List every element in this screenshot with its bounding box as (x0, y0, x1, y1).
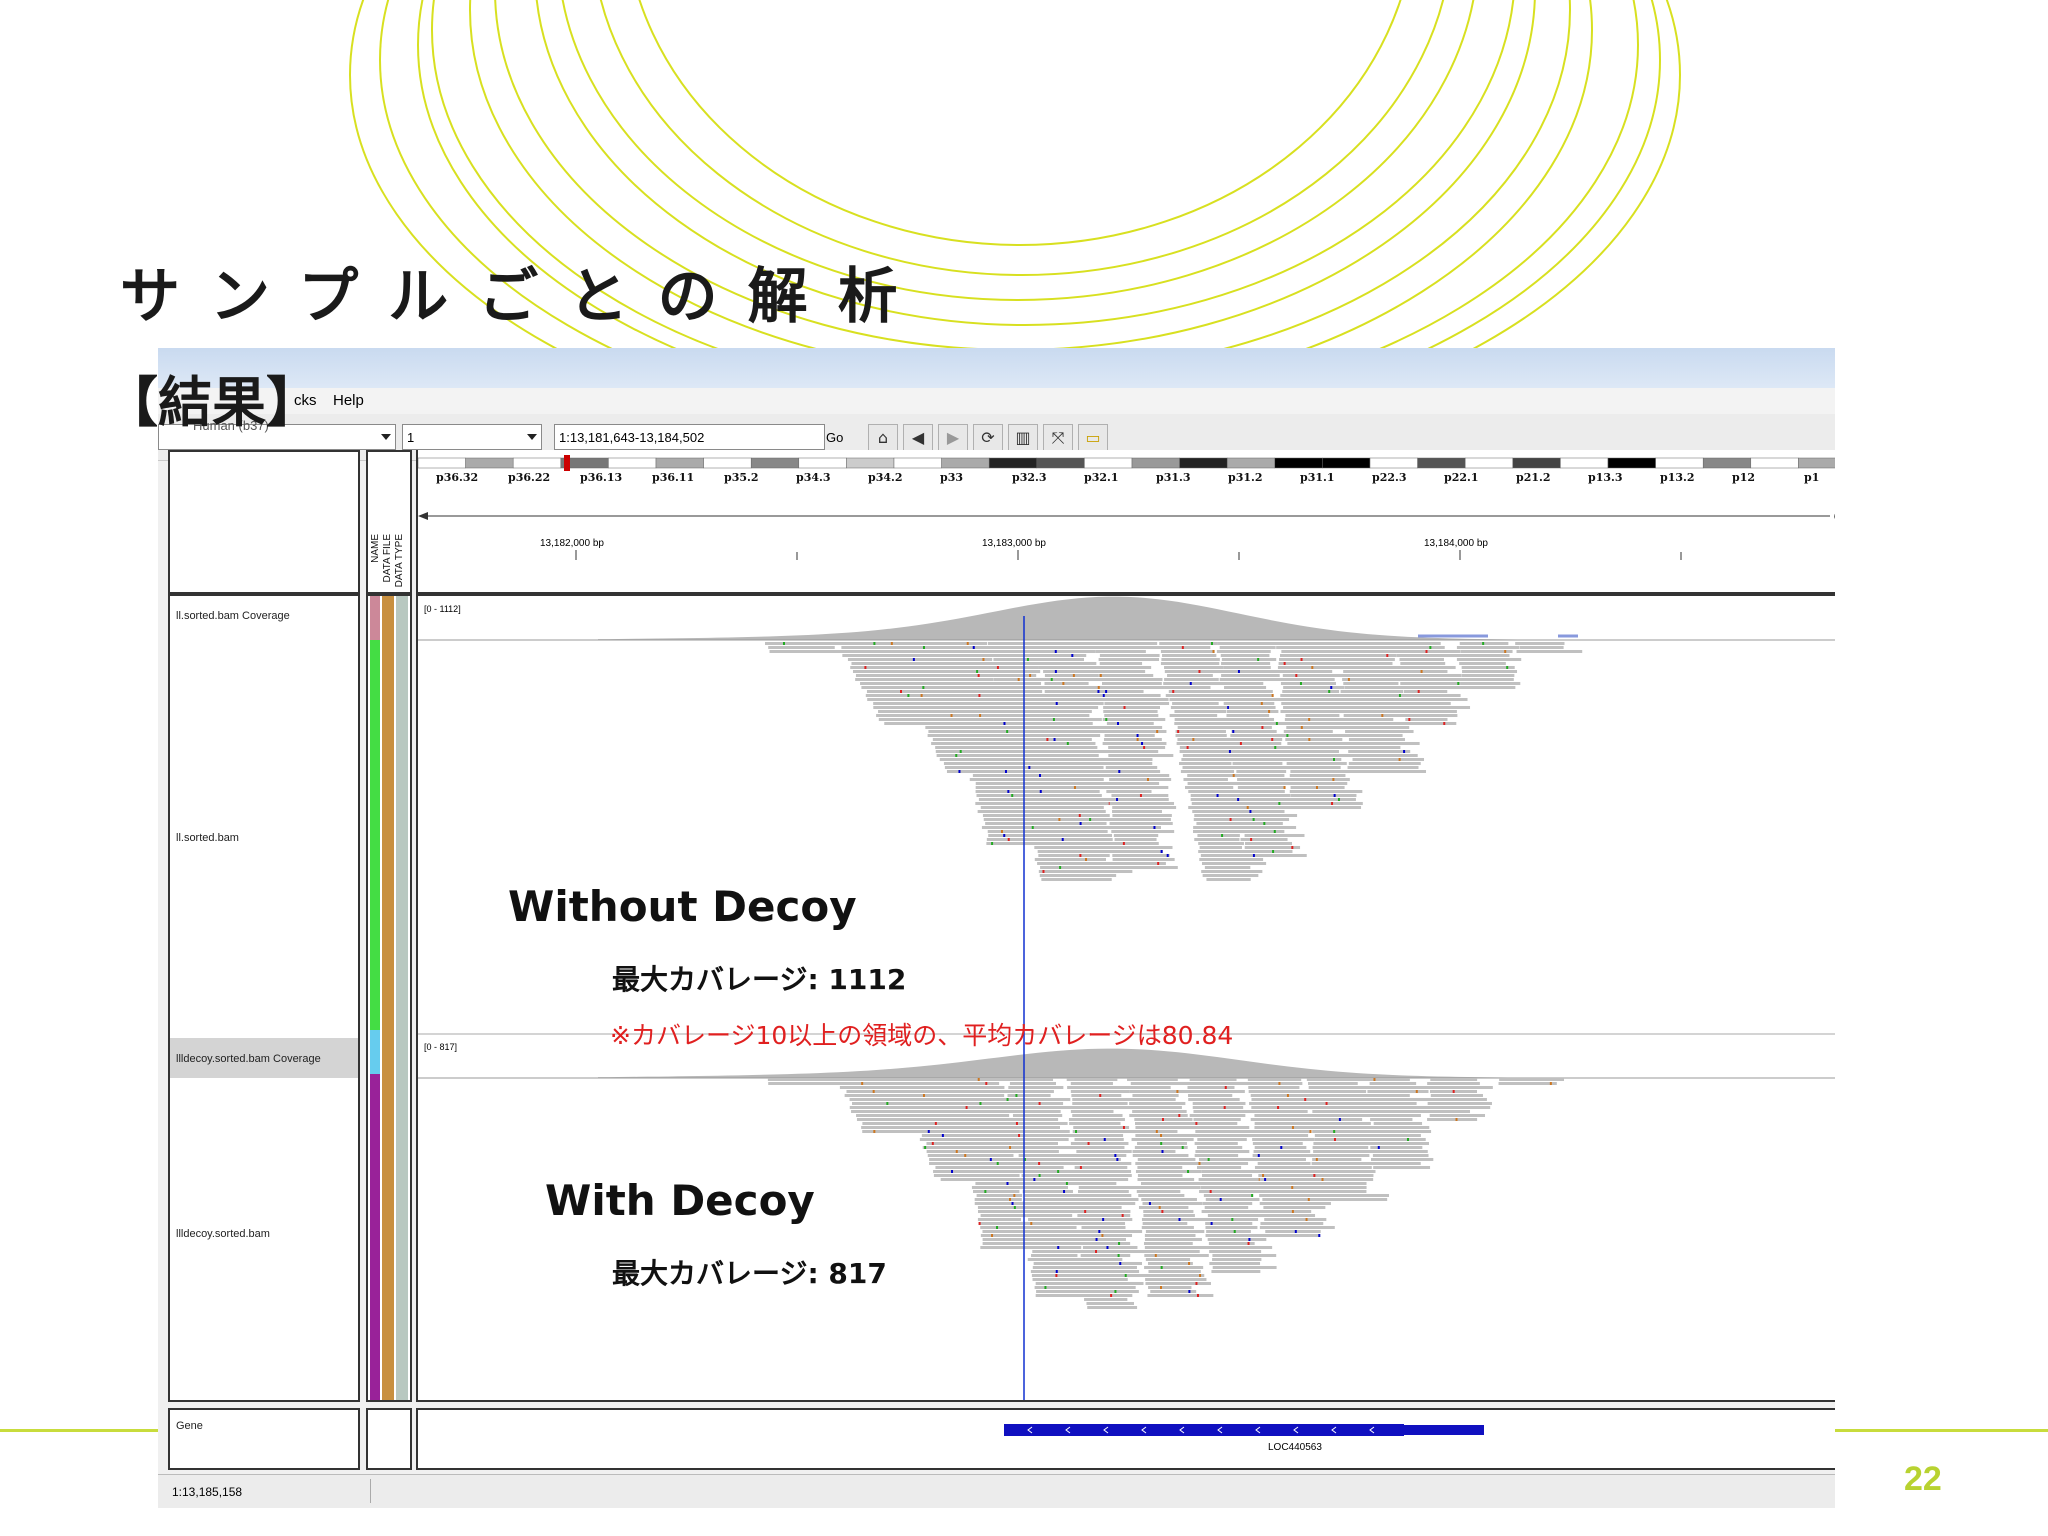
cytoband-label: p36.32 (436, 471, 478, 484)
footer-line-right (1835, 1429, 2048, 1432)
cytoband-label: p21.2 (1516, 471, 1550, 484)
ruler-tick-label: 13,184,000 bp (1424, 538, 1488, 549)
chromosome-ideogram: p36.32 p36.22 p36.13 p36.11 p35.2 p34.3 p34.2 p… (418, 455, 1835, 560)
chevron-down-icon (527, 434, 537, 440)
status-position: 1:13,185,158 (172, 1485, 243, 1499)
track-name-1[interactable]: ll.sorted.bam Coverage (176, 610, 290, 622)
cytoband-label: p32.1 (1084, 471, 1118, 484)
resize-icon[interactable]: ⤧ (1043, 424, 1073, 452)
coverage-range-2: [0 - 817] (424, 1042, 458, 1052)
cytoband-label: p31.2 (1228, 471, 1262, 484)
refresh-icon[interactable]: ⟳ (973, 424, 1003, 452)
popup-icon[interactable]: ▭ (1078, 424, 1108, 452)
slide-title: サンプルごとの解析 (120, 262, 928, 332)
menu-help[interactable]: Help (333, 392, 364, 409)
cytoband-label: p22.1 (1444, 471, 1478, 484)
cytoband-label: p33 (940, 471, 963, 484)
chevron-down-icon (381, 434, 391, 440)
track-name-3[interactable]: llldecoy.sorted.bam Coverage (176, 1053, 321, 1065)
header-name-label: NAME (370, 534, 381, 563)
gene-name-panel (168, 1408, 360, 1470)
back-icon[interactable]: ◀ (903, 424, 933, 452)
track-name-2[interactable]: ll.sorted.bam (176, 832, 239, 844)
go-button[interactable]: Go (826, 430, 843, 445)
track-name-panel (168, 594, 360, 1402)
with-decoy-heading: With Decoy (545, 1176, 815, 1225)
page-number: 22 (1904, 1460, 1942, 1498)
coverage-range-1: [0 - 1112] (424, 604, 461, 614)
cytoband-label: p36.13 (580, 471, 622, 484)
cytoband-label: p35.2 (724, 471, 758, 484)
ruler-tick-label: 13,183,000 bp (982, 538, 1046, 549)
track-name-4[interactable]: llldecoy.sorted.bam (176, 1228, 270, 1240)
forward-icon[interactable]: ▶ (938, 424, 968, 452)
ruler-end-label: 6, (1834, 511, 1835, 523)
status-bar: 1:13,185,158 (158, 1474, 1835, 1508)
home-icon[interactable]: ⌂ (868, 424, 898, 452)
menu-bar: cks Help (158, 388, 1835, 414)
cytoband-label: p22.3 (1372, 471, 1406, 484)
footer-line-left (0, 1429, 160, 1432)
header-datatype-label: DATA TYPE (394, 534, 405, 588)
cytoband-label: p12 (1732, 471, 1755, 484)
with-decoy-coverage: 最大カバレージ: 817 (612, 1257, 887, 1290)
cytoband-label: p36.11 (652, 471, 694, 484)
header-name-panel (168, 450, 360, 594)
gene-model (1004, 1424, 1484, 1436)
header-datafile-label: DATA FILE (382, 534, 393, 583)
chromosome-select[interactable]: 1 (402, 424, 542, 450)
region-icon[interactable]: ▥ (1008, 424, 1038, 452)
header-data-panel: p36.32 p36.22 p36.13 p36.11 p35.2 p34.3 p34.2 p… (416, 450, 1835, 594)
locus-input[interactable]: 1:13,181,643-13,184,502 (554, 424, 825, 450)
cytoband-label: p13.3 (1588, 471, 1622, 484)
result-label: 【結果】 (104, 371, 320, 434)
cytoband-label: p1 (1804, 471, 1819, 484)
without-decoy-coverage: 最大カバレージ: 1112 (612, 963, 907, 996)
cytoband-label: p13.2 (1660, 471, 1694, 484)
cytoband-label: p36.22 (508, 471, 550, 484)
ruler-tick-label: 13,182,000 bp (540, 538, 604, 549)
cytoband-label: p31.1 (1300, 471, 1334, 484)
cytoband-label: p34.2 (868, 471, 902, 484)
gene-label[interactable]: LOC440563 (1268, 1442, 1322, 1453)
cytoband-label: p31.3 (1156, 471, 1190, 484)
cytoband-label: p32.3 (1012, 471, 1046, 484)
gene-attribute-panel (366, 1408, 412, 1470)
gene-track-name[interactable]: Gene (176, 1420, 203, 1432)
attribute-colors (370, 596, 408, 1400)
average-coverage-note: ※カバレージ10以上の領域の、平均カバレージは80.84 (610, 1021, 1234, 1050)
without-decoy-heading: Without Decoy (508, 882, 857, 931)
igv-window: cks Help Human (b37) 1 1:13,181,643-13,1… (158, 348, 1835, 1508)
cytoband-label: p34.3 (796, 471, 830, 484)
window-titlebar (158, 348, 1835, 388)
gene-data-panel: LOC440563 (416, 1408, 1835, 1470)
